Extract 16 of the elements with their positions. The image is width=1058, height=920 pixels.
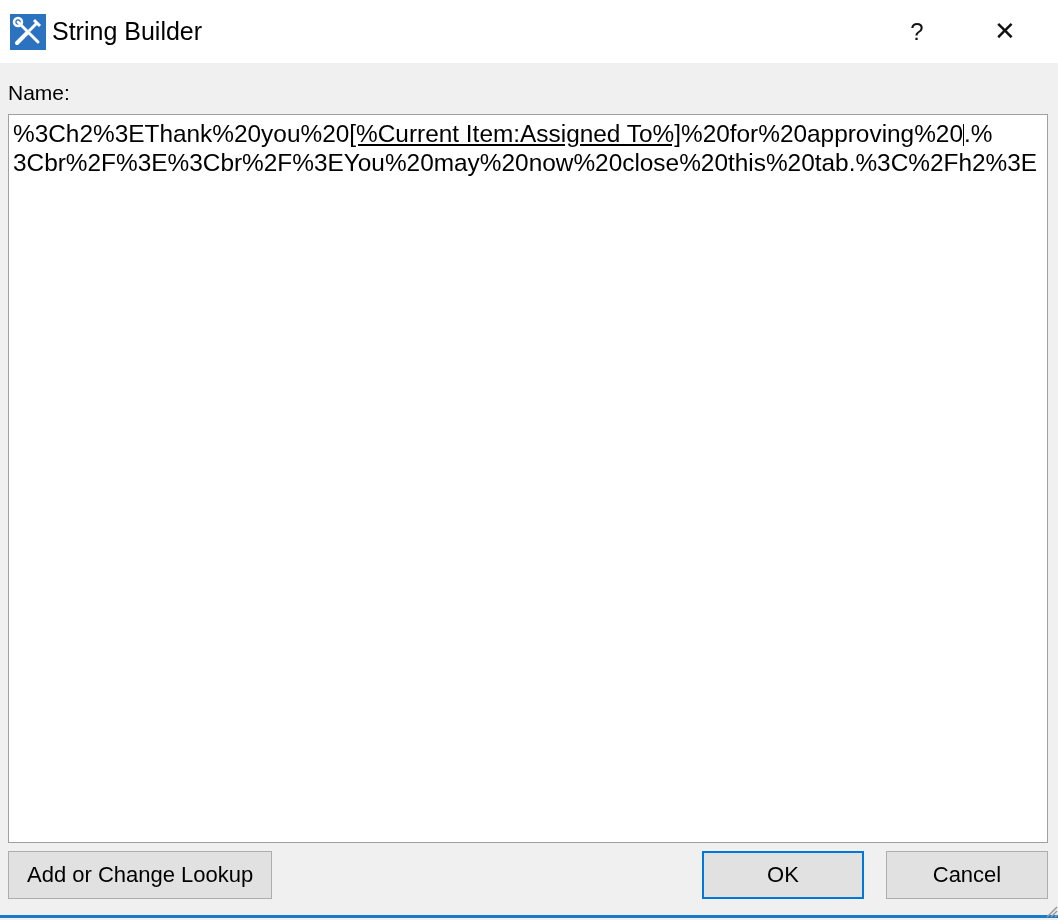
window-title: String Builder bbox=[52, 17, 203, 46]
dialog-button[interactable]: Cancel bbox=[886, 851, 1048, 899]
text-caret bbox=[963, 124, 964, 146]
text-editor[interactable]: %3Ch2%3EThank%20you%20[%Current Item:Assigned To%]%20for%20approving%20.% 3Cbr%2F%3E%3Cbr%2F%3EYou%20may%20now%20close%20this%20tab.%3C%2Fh2%3E bbox=[8, 114, 1048, 843]
editor-text: %20for%20approving%20 bbox=[680, 120, 963, 147]
editor-text: 3Cbr%2F%3E%3Cbr%2F%3EYou%20may%20now%20close%20this%20tab.%3C%2Fh2%3E bbox=[13, 149, 1038, 176]
resize-grip-icon[interactable] bbox=[1044, 904, 1058, 918]
name-label: Name: bbox=[8, 81, 71, 106]
close-button[interactable]: ✕ bbox=[952, 0, 1058, 63]
dialog-button[interactable]: OK bbox=[702, 851, 864, 899]
help-button[interactable]: ? bbox=[882, 0, 952, 63]
lookup-link[interactable]: [%Current Item:Assigned To%] bbox=[349, 120, 681, 147]
tools-icon bbox=[10, 13, 46, 50]
editor-text: .% bbox=[964, 120, 993, 147]
lookup-button[interactable]: Add or Change Lookup bbox=[8, 851, 273, 899]
editor-text: %3Ch2%3EThank%20you%20 bbox=[13, 120, 350, 147]
